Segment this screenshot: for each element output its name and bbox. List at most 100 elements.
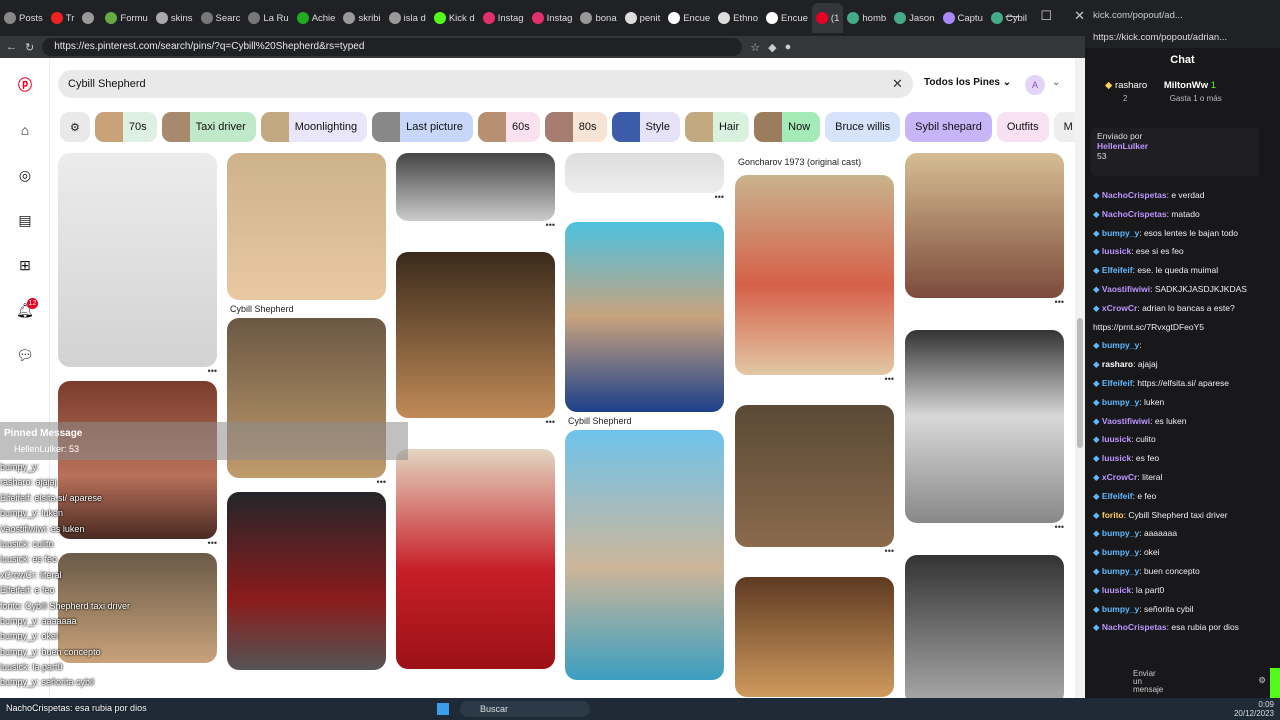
chat-username[interactable]: Elfeifeif [1102, 378, 1133, 388]
avatar[interactable]: A [1025, 75, 1045, 95]
search-chip[interactable]: 70s [94, 112, 157, 142]
chat-window-url[interactable]: https://kick.com/popout/adrian... [1093, 32, 1227, 43]
pin-image[interactable] [396, 252, 555, 418]
chat-username[interactable]: Vaostifiwiwi [1102, 284, 1150, 294]
url-input[interactable]: https://es.pinterest.com/search/pins/?q=… [42, 38, 743, 56]
maximize-icon[interactable]: ☐ [1040, 8, 1052, 24]
pin-caption[interactable]: Goncharov 1973 (original cast) [735, 153, 894, 175]
search-input[interactable]: Cybill Shepherd [58, 70, 913, 98]
messages-icon[interactable]: 💬︎ [16, 346, 34, 364]
pin-image[interactable] [905, 153, 1064, 298]
scrollbar-thumb[interactable] [1077, 318, 1083, 448]
browser-tab[interactable]: Tr [47, 3, 79, 33]
taskbar-search[interactable]: Buscar [460, 701, 590, 717]
chat-username[interactable]: NachoCrispetas [1102, 190, 1167, 200]
browser-tab[interactable]: bona [576, 3, 620, 33]
search-chip[interactable]: Bruce willis [825, 112, 901, 142]
close-icon[interactable]: ✕ [1074, 8, 1085, 24]
search-chip[interactable]: M [1053, 112, 1075, 142]
chat-username[interactable]: luusick [1102, 453, 1131, 463]
chat-username[interactable]: luusick [1102, 246, 1131, 256]
pin-caption[interactable]: Cybill Shepherd [565, 412, 724, 430]
pin-image[interactable] [735, 405, 894, 547]
chat-username[interactable]: bumpy_y [1102, 566, 1139, 576]
home-icon[interactable]: ⌂ [16, 121, 34, 139]
pin-image[interactable] [565, 430, 724, 680]
pin-image[interactable] [735, 175, 894, 375]
pin-image[interactable] [565, 222, 724, 412]
pinterest-logo-icon[interactable]: ⓟ [16, 76, 34, 94]
pin-image[interactable] [565, 153, 724, 193]
pin-image[interactable] [905, 330, 1064, 523]
back-icon[interactable]: ← [6, 41, 17, 53]
browser-tab[interactable]: Kick d [430, 3, 479, 33]
browser-tab[interactable]: isla d [385, 3, 430, 33]
more-icon[interactable]: ••• [227, 478, 386, 492]
more-icon[interactable]: ••• [905, 523, 1064, 555]
pin-image[interactable] [227, 492, 386, 670]
browser-tab[interactable]: La Ru [244, 3, 292, 33]
pins-filter-dropdown[interactable]: Todos los Pines ⌄ [924, 77, 1011, 88]
browser-tab[interactable]: Ethno [714, 3, 762, 33]
search-chip[interactable]: Last picture [372, 112, 473, 142]
chat-username[interactable]: luusick [1102, 585, 1131, 595]
chat-input[interactable]: Enviar un mensaje [1133, 670, 1163, 694]
filter-settings-button[interactable]: ⚙︎ [60, 112, 90, 142]
pin-image[interactable] [735, 577, 894, 697]
browser-tab[interactable]: Encue [664, 3, 714, 33]
chat-username[interactable]: xCrowCr [1102, 472, 1137, 482]
search-chip[interactable]: 60s [478, 112, 540, 142]
pin-image[interactable] [227, 153, 386, 300]
more-icon[interactable]: ••• [396, 221, 555, 252]
search-chip[interactable]: Taxi driver [161, 112, 256, 142]
more-icon[interactable]: ••• [905, 298, 1064, 330]
browser-tab[interactable]: Searc [197, 3, 245, 33]
browser-tab[interactable]: Instag [479, 3, 528, 33]
chevron-down-icon[interactable]: ⌄ [1052, 77, 1060, 88]
search-chip[interactable]: Style [611, 112, 680, 142]
browser-tab[interactable]: Encue [762, 3, 812, 33]
browser-tab[interactable]: Posts [0, 3, 47, 33]
chat-username[interactable]: Elfeifeif [1102, 265, 1133, 275]
chat-username[interactable]: bumpy_y [1102, 547, 1139, 557]
pin-image[interactable] [396, 449, 555, 669]
chat-username[interactable]: bumpy_y [1102, 528, 1139, 538]
create-icon[interactable]: ⊞ [16, 256, 34, 274]
chat-username[interactable]: bumpy_y [1102, 228, 1139, 238]
clear-search-icon[interactable]: ✕ [892, 76, 903, 92]
browser-tab[interactable]: Formu [101, 3, 151, 33]
chat-username[interactable]: bumpy_y [1102, 397, 1139, 407]
scrollbar[interactable] [1075, 58, 1085, 698]
chat-username[interactable]: bumpy_y [1102, 340, 1139, 350]
pin-image[interactable] [58, 153, 217, 367]
browser-tab[interactable]: Captu [939, 3, 987, 33]
search-chip[interactable]: Outfits [996, 112, 1049, 142]
browser-tab[interactable]: (1 [811, 3, 844, 33]
chat-username[interactable]: Vaostifiwiwi [1102, 416, 1150, 426]
search-chip[interactable]: Moonlighting [260, 112, 368, 142]
chat-username[interactable]: xCrowCr [1102, 303, 1137, 313]
more-icon[interactable]: ••• [58, 367, 217, 381]
windows-start-icon[interactable] [437, 703, 449, 715]
chat-username[interactable]: rasharo [1102, 359, 1133, 369]
more-icon[interactable]: ••• [565, 193, 724, 222]
more-icon[interactable]: ••• [735, 375, 894, 405]
send-button[interactable] [1270, 668, 1280, 698]
more-icon[interactable]: ••• [396, 418, 555, 449]
browser-tab[interactable]: Achie [293, 3, 340, 33]
browser-tab[interactable] [78, 3, 101, 33]
pin-caption[interactable]: Cybill Shepherd [227, 300, 386, 318]
chat-username[interactable]: NachoCrispetas [1102, 209, 1167, 219]
browser-tab[interactable]: skribi [339, 3, 384, 33]
search-chip[interactable]: 80s [544, 112, 607, 142]
search-chip[interactable]: Now [754, 112, 821, 142]
minimize-icon[interactable]: — [1005, 8, 1018, 24]
more-icon[interactable]: ••• [735, 547, 894, 577]
chat-username[interactable]: luusick [1102, 434, 1131, 444]
chat-username[interactable]: NachoCrispetas [1102, 622, 1167, 632]
pin-image[interactable] [905, 555, 1064, 698]
chat-username[interactable]: bumpy_y [1102, 604, 1139, 614]
search-chip[interactable]: Sybil shepard [905, 112, 992, 142]
star-icon[interactable]: ☆ [750, 41, 760, 54]
browser-tab[interactable]: homb [843, 3, 890, 33]
